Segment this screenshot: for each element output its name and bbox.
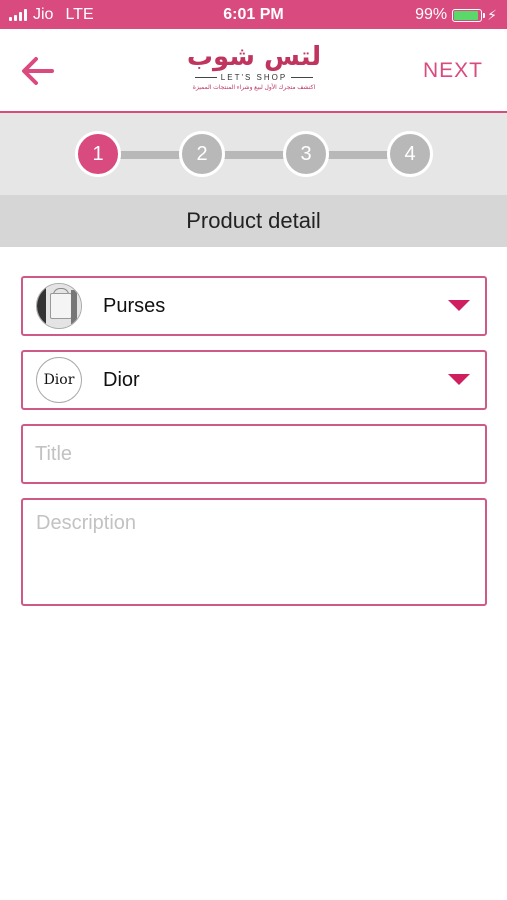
step-1: 1 xyxy=(75,131,121,177)
step-connector xyxy=(118,151,186,159)
brand-thumbnail: Dior xyxy=(36,357,82,403)
category-select[interactable]: Purses xyxy=(21,276,487,336)
title-field xyxy=(21,424,487,484)
category-value: Purses xyxy=(103,295,166,317)
title-input[interactable] xyxy=(23,426,485,482)
logo-arabic: لتس شوب xyxy=(186,42,322,72)
battery-icon xyxy=(452,8,486,22)
next-button[interactable]: NEXT xyxy=(423,59,483,83)
brand-value: Dior xyxy=(103,369,140,391)
dropdown-caret-icon xyxy=(448,300,470,311)
category-thumbnail xyxy=(36,283,82,329)
step-connector xyxy=(326,151,394,159)
step-connector xyxy=(222,151,290,159)
progress-stepper: 1 2 3 4 xyxy=(0,113,507,195)
description-input[interactable] xyxy=(23,500,485,604)
step-2: 2 xyxy=(179,131,225,177)
back-arrow-icon xyxy=(22,57,54,85)
nav-bar: لتس شوب LET'S SHOP اكتشف متجرك الأول لبي… xyxy=(0,29,507,113)
step-3: 3 xyxy=(283,131,329,177)
status-right: 99% ⚡ xyxy=(415,6,497,24)
battery-percent: 99% xyxy=(415,6,448,23)
dropdown-caret-icon xyxy=(448,374,470,385)
charging-icon: ⚡ xyxy=(487,6,497,23)
brand-logo: Dior xyxy=(43,372,75,388)
logo-english: LET'S SHOP xyxy=(220,73,288,82)
description-field xyxy=(21,498,487,606)
app-logo: لتس شوب LET'S SHOP اكتشف متجرك الأول لبي… xyxy=(186,42,322,98)
step-4: 4 xyxy=(387,131,433,177)
purse-image xyxy=(37,284,81,328)
back-button[interactable] xyxy=(18,51,58,91)
logo-tagline: اكتشف متجرك الأول لبيع وشراء المنتجات ال… xyxy=(192,85,316,91)
brand-select[interactable]: Dior Dior xyxy=(21,350,487,410)
section-title: Product detail xyxy=(0,195,507,247)
status-bar: Jio LTE 6:01 PM 99% ⚡ xyxy=(0,0,507,29)
